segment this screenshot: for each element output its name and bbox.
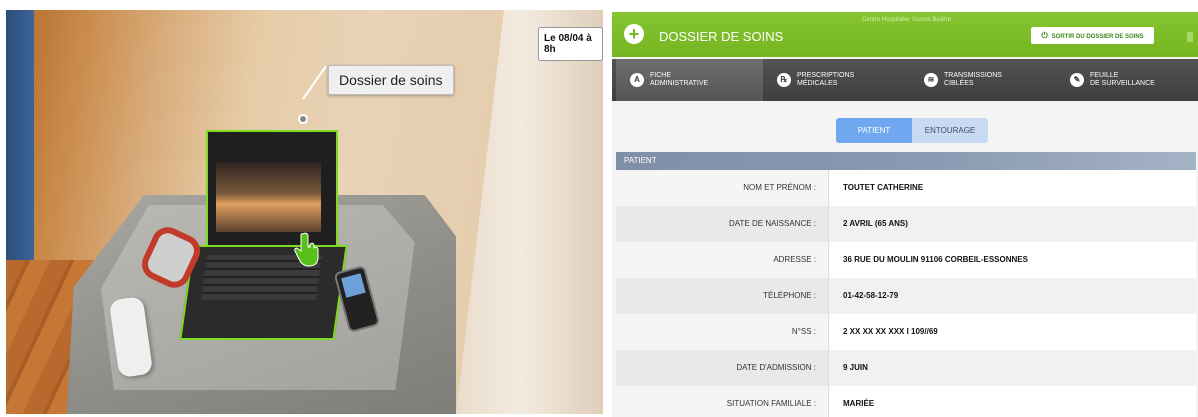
segment-patient[interactable]: PATIENT <box>836 118 912 143</box>
segment-entourage[interactable]: ENTOURAGE <box>912 118 988 143</box>
row-label: SITUATION FAMILIALE : <box>616 386 829 417</box>
row-value: 9 JUIN <box>829 350 1196 386</box>
laptop-wallpaper <box>216 162 321 232</box>
wifi-icon: ≋ <box>924 73 938 87</box>
target-icon[interactable] <box>298 114 308 124</box>
section-header: PATIENT <box>616 152 1196 170</box>
date-badge: Le 08/04 à 8h <box>538 27 603 61</box>
row-label: ADRESSE : <box>616 242 829 278</box>
tab-prescriptions-medicales[interactable]: ℞ PRESCRIPTIONS MÉDICALES <box>765 59 905 101</box>
divider <box>605 0 612 417</box>
tab-fiche-administrative[interactable]: A FICHE ADMINISTRATIVE <box>616 59 763 101</box>
patient-entourage-toggle: PATIENT ENTOURAGE <box>836 118 988 143</box>
tab-label: TRANSMISSIONS CIBLÉES <box>944 72 1002 87</box>
plus-icon: + <box>624 24 644 44</box>
row-value: TOUTET CATHERINE <box>829 170 1196 206</box>
tab-label: PRESCRIPTIONS MÉDICALES <box>797 72 855 87</box>
tab-label: FICHE ADMINISTRATIVE <box>650 72 709 87</box>
hospital-name: Centre Hospitalier Xxxxxx Bicêtre <box>862 17 952 23</box>
row-label: DATE D'ADMISSION : <box>616 350 829 386</box>
tab-feuille-surveillance[interactable]: ✎ FEUILLE DE SURVEILLANCE <box>1062 59 1198 101</box>
row-value: MARIÉE <box>829 386 1196 417</box>
edit-icon: ✎ <box>1070 73 1084 87</box>
table-row: ADRESSE : 36 RUE DU MOULIN 91106 CORBEIL… <box>616 242 1196 278</box>
care-record-app: + DOSSIER DE SOINS Centre Hospitalier Xx… <box>612 12 1198 417</box>
game-scene[interactable]: Dossier de soins Le 08/04 à 8h <box>6 10 603 414</box>
tooltip-pointer <box>302 65 327 100</box>
table-row: N°SS : 2 XX XX XX XXX I 109//69 <box>616 314 1196 350</box>
table-row: TÉLÉPHONE : 01-42-58-12-79 <box>616 278 1196 314</box>
row-value: 36 RUE DU MOULIN 91106 CORBEIL-ESSONNES <box>829 242 1196 278</box>
table-row: NOM ET PRÉNOM : TOUTET CATHERINE <box>616 170 1196 206</box>
app-title: DOSSIER DE SOINS <box>659 29 784 44</box>
nav-tabs: A FICHE ADMINISTRATIVE ℞ PRESCRIPTIONS M… <box>612 59 1198 101</box>
exit-label: SORTIR DU DOSSIER DE SOINS <box>1051 34 1144 40</box>
person-icon: A <box>630 73 644 87</box>
exit-button[interactable]: ⏻ SORTIR DU DOSSIER DE SOINS <box>1031 27 1154 44</box>
patient-info-table: NOM ET PRÉNOM : TOUTET CATHERINE DATE DE… <box>616 170 1196 417</box>
power-icon: ⏻ <box>1041 31 1048 40</box>
bars-icon <box>1187 32 1193 42</box>
row-label: TÉLÉPHONE : <box>616 278 829 314</box>
row-label: N°SS : <box>616 314 829 350</box>
row-value: 2 AVRIL (65 ANS) <box>829 206 1196 242</box>
row-value: 2 XX XX XX XXX I 109//69 <box>829 314 1196 350</box>
table-row: DATE D'ADMISSION : 9 JUIN <box>616 350 1196 386</box>
row-value: 01-42-58-12-79 <box>829 278 1196 314</box>
object-tooltip: Dossier de soins <box>328 65 454 95</box>
row-label: DATE DE NAISSANCE : <box>616 206 829 242</box>
row-label: NOM ET PRÉNOM : <box>616 170 829 206</box>
wall-panel <box>456 10 603 414</box>
app-header: + DOSSIER DE SOINS Centre Hospitalier Xx… <box>612 12 1198 57</box>
hand-pointer-icon <box>294 232 319 267</box>
tab-label: FEUILLE DE SURVEILLANCE <box>1090 72 1155 87</box>
table-row: DATE DE NAISSANCE : 2 AVRIL (65 ANS) <box>616 206 1196 242</box>
table-row: SITUATION FAMILIALE : MARIÉE <box>616 386 1196 417</box>
tab-transmissions-ciblees[interactable]: ≋ TRANSMISSIONS CIBLÉES <box>912 59 1052 101</box>
pill-icon: ℞ <box>777 73 791 87</box>
